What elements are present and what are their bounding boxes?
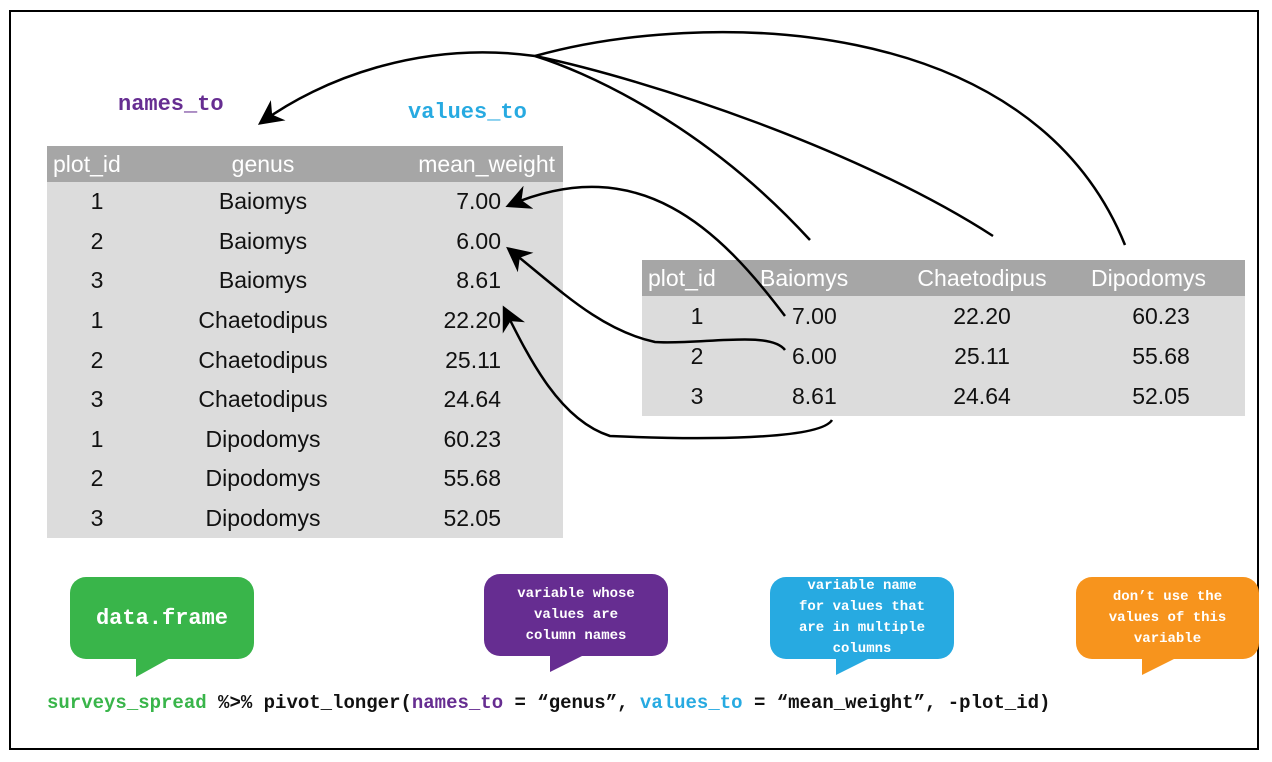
code-dataframe: surveys_spread: [47, 692, 207, 714]
names-to-bubble-line: values are: [533, 606, 618, 623]
code-pipe: %>% pivot_longer(: [206, 692, 412, 714]
exclude-bubble-line: variable: [1133, 630, 1202, 647]
values-to-bubble-line: are in multiple: [798, 620, 926, 636]
names-to-bubble: variable whose values are column names: [484, 574, 668, 672]
bubble-tail: [1142, 657, 1178, 675]
code-line: surveys_spread %>% pivot_longer(names_to…: [47, 692, 1050, 714]
bubble-tail: [836, 657, 872, 675]
arrow-value-861: [502, 305, 834, 440]
bubble-tail: [136, 657, 172, 677]
values-to-bubble-line: variable name: [807, 578, 917, 594]
line-dipodomys-header: [534, 30, 1127, 246]
code-values-to: values_to: [639, 692, 743, 714]
arrow-value-7: [505, 185, 786, 317]
code-names-to: names_to: [411, 692, 504, 714]
values-to-bubble-line: for values that: [798, 599, 926, 615]
exclude-bubble-line: don’t use the: [1112, 588, 1223, 605]
values-to-bubble: variable name for values that are in mul…: [770, 577, 954, 675]
code-values-value: = “mean_weight”, -plot_id): [742, 692, 1051, 714]
data-frame-bubble: data.frame: [70, 577, 254, 677]
arrow-headers-to-names: [257, 51, 536, 125]
names-to-bubble-line: variable whose: [517, 585, 635, 602]
exclude-bubble-line: values of this: [1108, 609, 1227, 626]
data-frame-bubble-text: data.frame: [95, 605, 229, 631]
names-to-bubble-line: column names: [525, 627, 627, 644]
exclude-bubble: don’t use the values of this variable: [1076, 577, 1259, 675]
line-baiomys-header: [534, 54, 811, 241]
bubble-tail: [550, 654, 586, 672]
code-names-value: = “genus”,: [503, 692, 640, 714]
